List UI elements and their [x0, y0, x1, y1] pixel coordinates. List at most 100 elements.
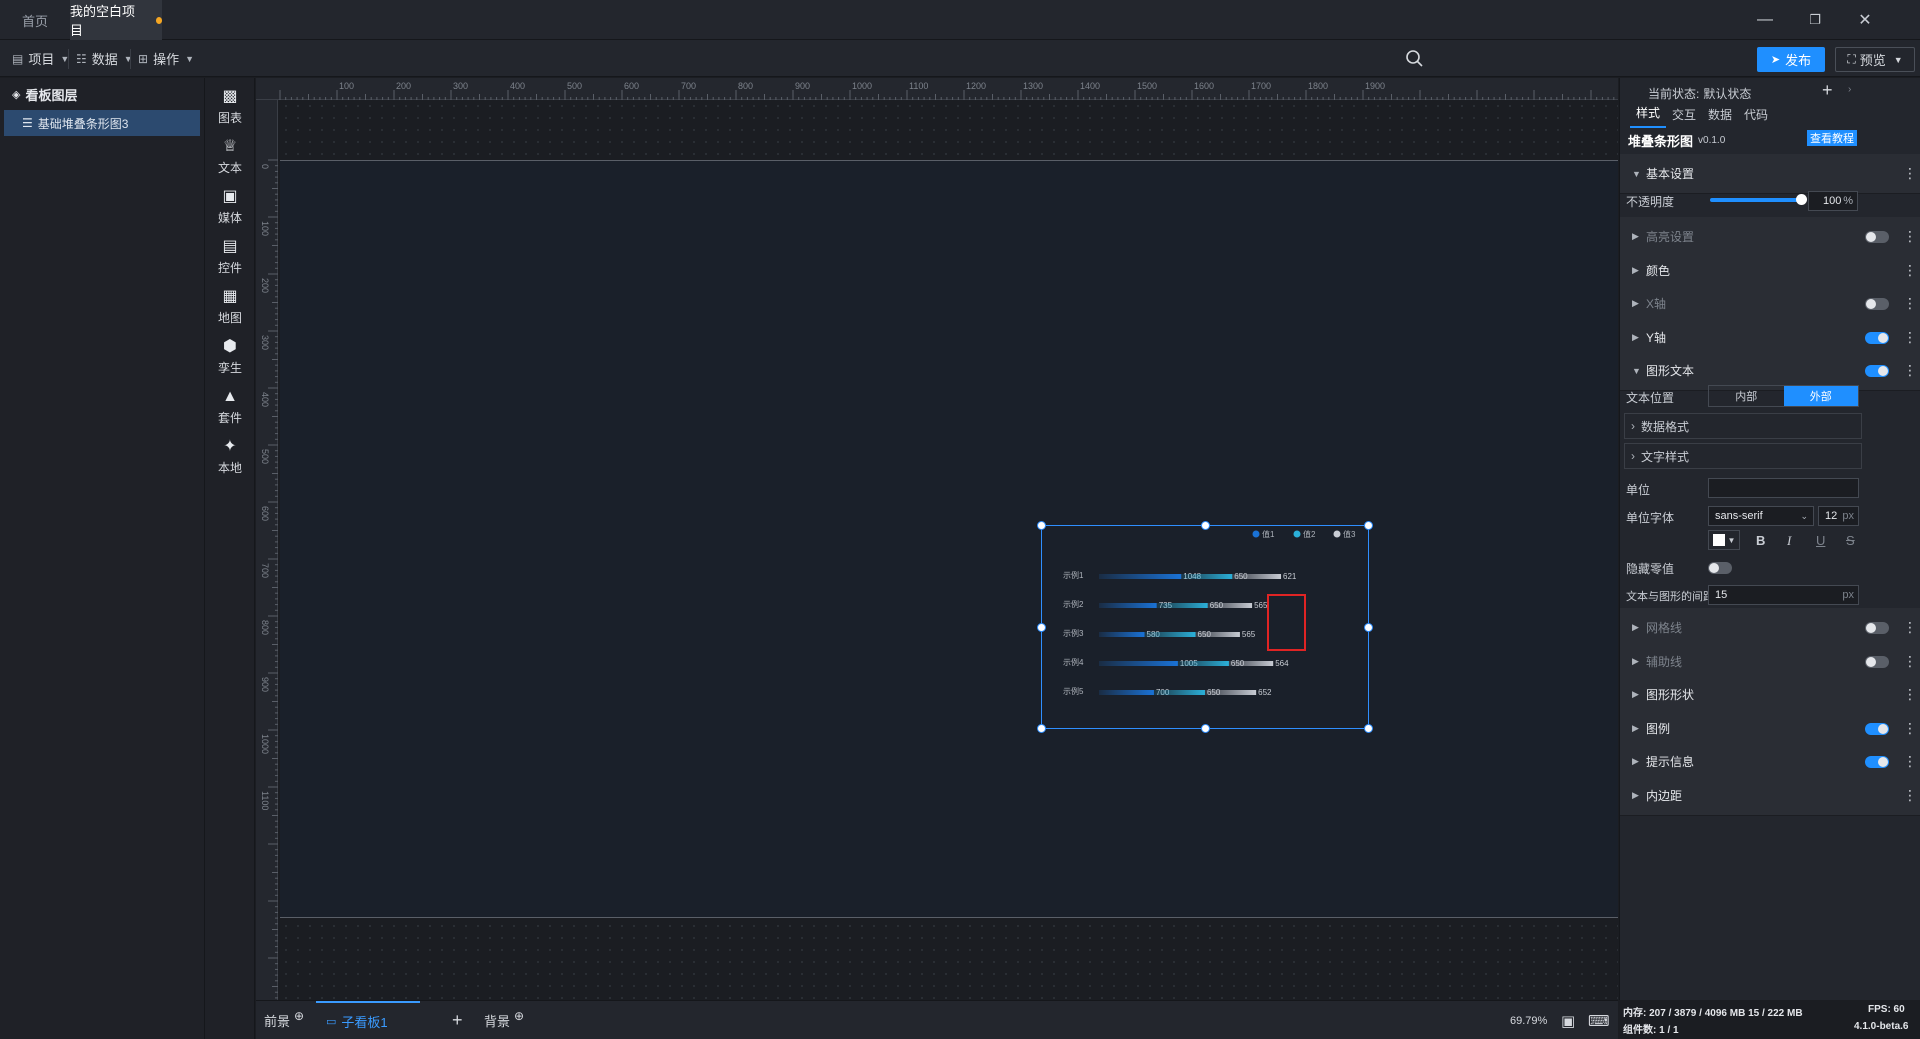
- bar-segment[interactable]: [1099, 632, 1145, 637]
- resize-handle[interactable]: [1201, 521, 1210, 530]
- resize-handle[interactable]: [1364, 623, 1373, 632]
- bar-segment[interactable]: [1195, 632, 1240, 637]
- strikethrough-button[interactable]: S: [1846, 533, 1855, 548]
- more-icon[interactable]: ⋮: [1903, 720, 1917, 737]
- menu-operate[interactable]: ⊞ 操作 ▼: [138, 40, 194, 77]
- bar-segment[interactable]: [1181, 574, 1233, 579]
- xaxis-toggle[interactable]: [1865, 298, 1889, 310]
- opacity-input[interactable]: 100%: [1808, 191, 1858, 211]
- menu-project[interactable]: ▤ 项目 ▼: [12, 40, 69, 77]
- resize-handle[interactable]: [1364, 724, 1373, 733]
- resize-handle[interactable]: [1037, 724, 1046, 733]
- more-icon[interactable]: ⋮: [1903, 686, 1917, 703]
- slider-thumb[interactable]: [1796, 194, 1807, 205]
- font-size-input[interactable]: 12 px: [1818, 506, 1859, 526]
- legend-marker[interactable]: [1252, 530, 1260, 538]
- add-state-button[interactable]: +: [1822, 80, 1833, 101]
- add-circle-icon[interactable]: ⊕: [294, 1009, 304, 1023]
- bar-segment[interactable]: [1099, 603, 1157, 608]
- keyboard-icon[interactable]: ⌨: [1588, 1001, 1610, 1039]
- layer-item[interactable]: ☰ 基础堆叠条形图3: [4, 110, 200, 136]
- legend-toggle[interactable]: [1865, 723, 1889, 735]
- tab-project[interactable]: 我的空白项目: [70, 0, 162, 40]
- more-icon[interactable]: ⋮: [1903, 653, 1917, 670]
- unit-input[interactable]: [1708, 478, 1859, 498]
- add-board-button[interactable]: +: [452, 1001, 463, 1039]
- font-select[interactable]: sans-serif ⌄: [1708, 506, 1814, 526]
- comp-text[interactable]: ♕ 文本: [205, 132, 255, 182]
- highlight-toggle[interactable]: [1865, 231, 1889, 243]
- font-color-picker[interactable]: ▼: [1708, 530, 1740, 550]
- more-icon[interactable]: ⋮: [1903, 619, 1917, 636]
- bar-segment[interactable]: [1099, 574, 1182, 579]
- board-canvas[interactable]: [280, 160, 1618, 918]
- legend-marker[interactable]: [1293, 530, 1301, 538]
- more-icon[interactable]: ⋮: [1903, 362, 1917, 379]
- menu-data[interactable]: ☷ 数据 ▼: [76, 40, 133, 77]
- more-icon[interactable]: ⋮: [1903, 262, 1917, 279]
- shape-text-toggle[interactable]: [1865, 365, 1889, 377]
- preview-button[interactable]: ⛶ 预览 ▼: [1835, 47, 1915, 72]
- tab-style[interactable]: 样式: [1630, 100, 1667, 128]
- yaxis-toggle[interactable]: [1865, 332, 1889, 344]
- section-padding[interactable]: ▶ 内边距 ⋮: [1620, 776, 1920, 816]
- bold-button[interactable]: B: [1756, 533, 1765, 548]
- tooltip-toggle[interactable]: [1865, 756, 1889, 768]
- stacked-bar-chart-widget[interactable]: 示例11048650621示例2735650565示例3580650565示例4…: [1037, 521, 1373, 733]
- publish-button[interactable]: ➤ 发布: [1757, 47, 1825, 72]
- fit-screen-icon[interactable]: ▣: [1561, 1001, 1575, 1039]
- resize-handle[interactable]: [1037, 623, 1046, 632]
- comp-chart[interactable]: ▩ 图表: [205, 82, 255, 132]
- more-icon[interactable]: ⋮: [1903, 165, 1917, 182]
- chevron-right-icon[interactable]: ›: [1848, 84, 1851, 95]
- bar-segment[interactable]: [1099, 690, 1154, 695]
- grid-toggle[interactable]: [1865, 622, 1889, 634]
- italic-button[interactable]: I: [1787, 533, 1791, 549]
- bar-segment[interactable]: [1228, 661, 1274, 666]
- more-icon[interactable]: ⋮: [1903, 787, 1917, 804]
- restore-icon[interactable]: ❐: [1790, 0, 1840, 40]
- tutorial-button[interactable]: 查看教程: [1807, 130, 1857, 146]
- tab-home[interactable]: 首页: [0, 0, 70, 40]
- more-icon[interactable]: ⋮: [1903, 753, 1917, 770]
- tab-interaction[interactable]: 交互: [1666, 106, 1702, 123]
- gap-input[interactable]: 15 px: [1708, 585, 1859, 605]
- comp-local[interactable]: ✦ 本地: [205, 432, 255, 482]
- more-icon[interactable]: ⋮: [1903, 295, 1917, 312]
- bar-segment[interactable]: [1204, 690, 1257, 695]
- tab-data[interactable]: 数据: [1702, 106, 1738, 123]
- tab-background[interactable]: 背景 ⊕: [484, 1001, 524, 1039]
- more-icon[interactable]: ⋮: [1903, 329, 1917, 346]
- resize-handle[interactable]: [1364, 521, 1373, 530]
- tab-code[interactable]: 代码: [1738, 106, 1774, 123]
- bar-segment[interactable]: [1144, 632, 1196, 637]
- canvas-area[interactable]: 100 200 300 400 500 600 700 800 900 1000 1100 1200 1…: [256, 78, 1618, 1000]
- hide-zero-toggle[interactable]: [1708, 562, 1732, 574]
- tab-foreground[interactable]: 前景 ⊕: [264, 1001, 304, 1039]
- more-icon[interactable]: ⋮: [1903, 228, 1917, 245]
- comp-twin[interactable]: ⬢ 孪生: [205, 332, 255, 382]
- opacity-slider[interactable]: [1710, 194, 1807, 205]
- section-basic[interactable]: ▼ 基本设置 ⋮: [1620, 154, 1920, 194]
- legend-marker[interactable]: [1333, 530, 1341, 538]
- guide-toggle[interactable]: [1865, 656, 1889, 668]
- bar-segment[interactable]: [1207, 603, 1253, 608]
- underline-button[interactable]: U: [1816, 533, 1825, 548]
- bar-segment[interactable]: [1232, 574, 1282, 579]
- add-circle-icon[interactable]: ⊕: [514, 1009, 524, 1023]
- bar-segment[interactable]: [1099, 661, 1178, 666]
- close-icon[interactable]: ✕: [1840, 0, 1890, 40]
- tab-sub-board[interactable]: ▭ 子看板1: [316, 1001, 420, 1039]
- comp-map[interactable]: ▦ 地图: [205, 282, 255, 332]
- resize-handle[interactable]: [1201, 724, 1210, 733]
- search-icon[interactable]: [1404, 48, 1424, 68]
- text-style-collapse[interactable]: › 文字样式: [1624, 443, 1862, 469]
- bar-segment[interactable]: [1153, 690, 1205, 695]
- resize-handle[interactable]: [1037, 521, 1046, 530]
- text-position-inner[interactable]: 内部: [1709, 386, 1784, 406]
- bar-segment[interactable]: [1177, 661, 1229, 666]
- data-format-collapse[interactable]: › 数据格式: [1624, 413, 1862, 439]
- comp-suite[interactable]: ▲ 套件: [205, 382, 255, 432]
- comp-control[interactable]: ▤ 控件: [205, 232, 255, 282]
- minimize-icon[interactable]: —: [1740, 0, 1790, 40]
